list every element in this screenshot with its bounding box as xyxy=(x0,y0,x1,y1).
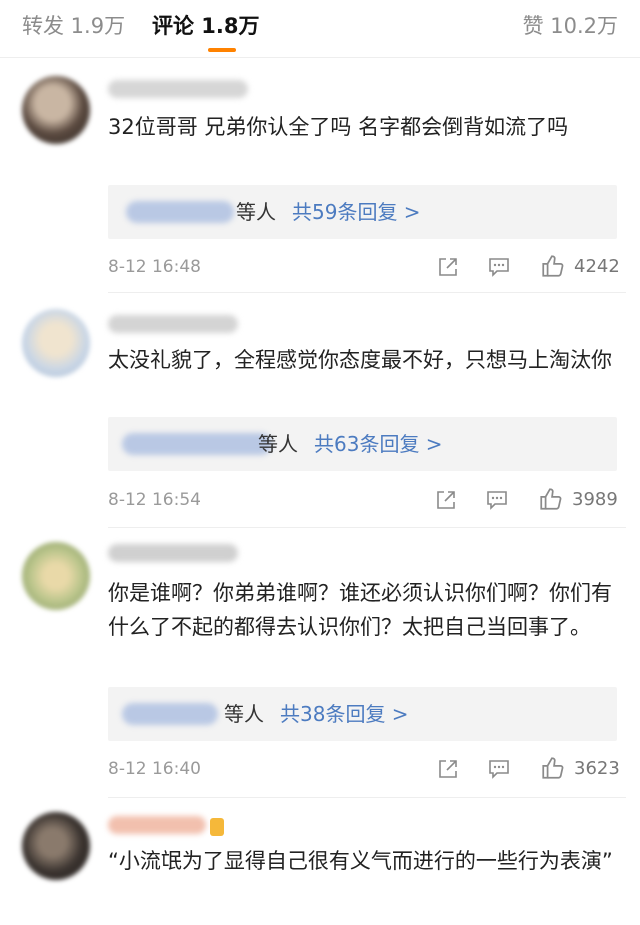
comment-text: 你是谁啊？你弟弟谁啊？谁还必须认识你们啊？你们有什么了不起的都得去认识你们？太把… xyxy=(108,581,612,639)
comment-text: “小流氓为了显得自己很有义气而进行的一些行为表演” xyxy=(108,849,613,873)
share-icon[interactable] xyxy=(434,488,458,512)
username[interactable] xyxy=(108,80,248,98)
comment-item: 太没礼貌了，全程感觉你态度最不好，只想马上淘汰你 等人 共63条回复 > 8-1… xyxy=(0,293,640,528)
share-icon[interactable] xyxy=(436,255,460,279)
comment-icon[interactable] xyxy=(487,255,511,279)
comment-icon[interactable] xyxy=(485,488,509,512)
avatar[interactable] xyxy=(22,76,90,144)
reply-usernames xyxy=(122,703,218,725)
like-icon[interactable] xyxy=(540,253,566,279)
vip-badge-icon xyxy=(210,818,224,836)
avatar[interactable] xyxy=(22,542,90,610)
active-tab-indicator xyxy=(208,48,236,52)
comment-text: 32位哥哥 兄弟你认全了吗 名字都会倒背如流了吗 xyxy=(108,115,569,139)
comment-item: “小流氓为了显得自己很有义气而进行的一些行为表演” xyxy=(0,798,640,925)
username[interactable] xyxy=(108,315,238,333)
like-icon[interactable] xyxy=(540,755,566,781)
avatar[interactable] xyxy=(22,812,90,880)
comment-icon[interactable] xyxy=(487,757,511,781)
reply-summary[interactable]: 等人 共63条回复 > xyxy=(108,417,617,471)
reply-count-link[interactable]: 共63条回复 > xyxy=(314,430,443,458)
reply-summary[interactable]: 等人 共38条回复 > xyxy=(108,687,617,741)
reply-names-suffix: 等人 xyxy=(224,702,264,726)
comment-time: 8-12 16:54 xyxy=(108,490,201,510)
tab-repost[interactable]: 转发 1.9万 xyxy=(22,12,125,40)
like-count: 3989 xyxy=(572,489,618,510)
reply-count-link[interactable]: 共59条回复 > xyxy=(292,198,421,226)
comment-time: 8-12 16:40 xyxy=(108,759,201,779)
username[interactable] xyxy=(108,544,238,562)
reply-usernames xyxy=(122,433,272,455)
like-count: 3623 xyxy=(574,758,620,779)
like-count: 4242 xyxy=(574,256,620,277)
comment-item: 你是谁啊？你弟弟谁啊？谁还必须认识你们啊？你们有什么了不起的都得去认识你们？太把… xyxy=(0,528,640,798)
comment-text: 太没礼貌了，全程感觉你态度最不好，只想马上淘汰你 xyxy=(108,348,612,372)
reply-names-suffix: 等人 xyxy=(236,200,276,224)
like-icon[interactable] xyxy=(538,486,564,512)
share-icon[interactable] xyxy=(436,757,460,781)
reply-count-link[interactable]: 共38条回复 > xyxy=(280,700,409,728)
reply-names-suffix: 等人 xyxy=(258,432,298,456)
avatar[interactable] xyxy=(22,309,90,377)
tab-comments[interactable]: 评论 1.8万 xyxy=(152,12,260,40)
reply-summary[interactable]: 等人 共59条回复 > xyxy=(108,185,617,239)
username[interactable] xyxy=(108,816,206,834)
comment-tabs: 转发 1.9万 评论 1.8万 赞 10.2万 xyxy=(0,0,640,58)
comment-item: 32位哥哥 兄弟你认全了吗 名字都会倒背如流了吗 等人 共59条回复 > 8-1… xyxy=(0,58,640,293)
comment-time: 8-12 16:48 xyxy=(108,257,201,277)
reply-usernames xyxy=(126,201,234,223)
tab-likes[interactable]: 赞 10.2万 xyxy=(523,12,618,40)
